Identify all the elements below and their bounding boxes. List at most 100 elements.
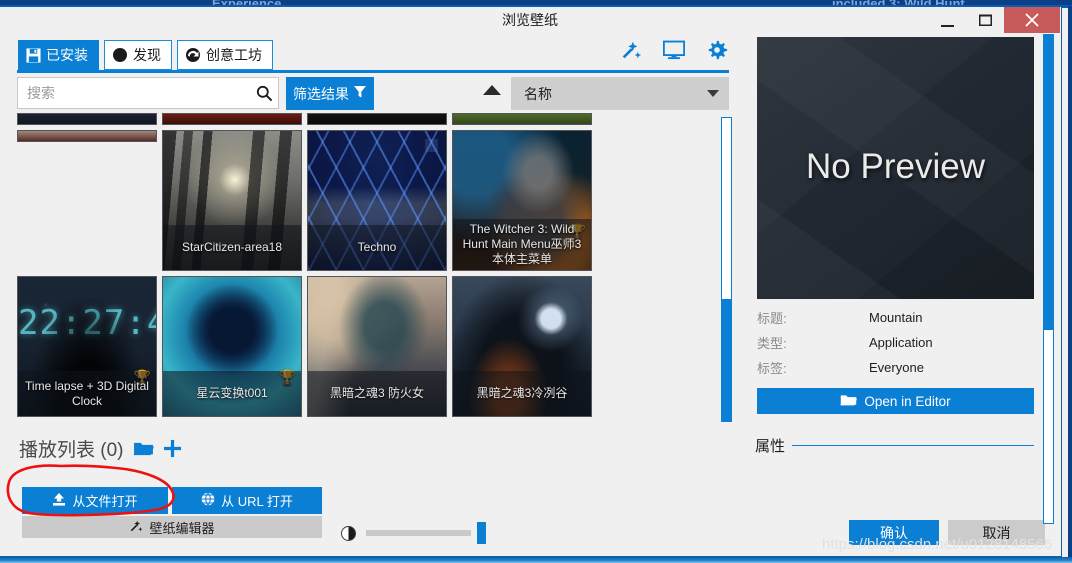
brightness-knob[interactable] xyxy=(477,522,486,544)
detail-row: 标签: Everyone xyxy=(757,355,1034,380)
thumbnail-label: 黑暗之魂3冷冽谷 xyxy=(453,371,591,416)
app-root: Experience included 3: Wild Hunt 浏览壁纸 已安… xyxy=(0,0,1072,563)
wallpaper-details: 标题: Mountain 类型: Application 标签: Everyon… xyxy=(757,305,1034,380)
wallpaper-thumbnail[interactable]: 黑暗之魂3冷冽谷 xyxy=(452,276,592,417)
wallpaper-thumbnail[interactable]: StarCitizen-area18 xyxy=(162,130,302,271)
thumbnail-chip-icon xyxy=(425,139,438,152)
window-title: 浏览壁纸 xyxy=(502,12,558,28)
detail-key: 标题: xyxy=(757,311,787,326)
wand-edit-icon[interactable] xyxy=(620,39,642,61)
right-panel-scrollbar-thumb[interactable] xyxy=(1044,35,1053,330)
tab-workshop[interactable]: 创意工坊 xyxy=(177,40,273,70)
properties-divider xyxy=(792,445,1034,446)
detail-value: Application xyxy=(869,335,933,350)
thumbnail-label: The Witcher 3: Wild Hunt Main Menu巫师3本体主… xyxy=(453,219,591,270)
open-in-editor-label: Open in Editor xyxy=(864,393,951,409)
detail-key: 标签: xyxy=(757,361,787,376)
search-box[interactable] xyxy=(17,77,279,109)
playlist-header: 播放列表 (0) xyxy=(19,435,182,462)
right-panel-scrollbar[interactable] xyxy=(1043,34,1054,524)
toolbar-icons xyxy=(620,39,728,61)
detail-row: 类型: Application xyxy=(757,330,1034,355)
sort-select-value: 名称 xyxy=(524,85,552,102)
window-controls xyxy=(928,7,1060,33)
thumbnail-label: Techno xyxy=(308,225,446,270)
wand-edit-icon xyxy=(129,519,143,536)
workshop-icon xyxy=(185,47,201,63)
contrast-icon xyxy=(341,525,356,541)
open-from-file-label: 从文件打开 xyxy=(72,494,138,509)
title-bar: 浏览壁纸 xyxy=(0,7,1060,35)
tab-discover-label: 发现 xyxy=(133,47,161,63)
close-button[interactable] xyxy=(1004,7,1060,33)
thumbnail-art xyxy=(453,114,591,124)
wallpaper-thumbnail-cut[interactable] xyxy=(17,113,157,125)
playlist-title: 播放列表 (0) xyxy=(19,440,124,461)
wallpaper-thumbnail-cut[interactable] xyxy=(307,113,447,125)
thumbnail-label: 星云变换t001 xyxy=(163,371,301,416)
plus-icon[interactable] xyxy=(163,439,182,458)
tab-discover[interactable]: 发现 xyxy=(104,40,172,70)
clock-digits: 22:27:46 xyxy=(18,303,156,343)
brightness-slider[interactable] xyxy=(341,522,486,544)
open-from-url-button[interactable]: 从 URL 打开 xyxy=(172,487,322,514)
upload-icon xyxy=(52,492,66,509)
tab-installed[interactable]: 已安装 xyxy=(18,40,99,70)
bottom-edge xyxy=(0,557,1072,563)
open-from-file-button[interactable]: 从文件打开 xyxy=(22,487,168,514)
sort-select[interactable]: 名称 xyxy=(511,77,729,110)
thumbnail-label: 黑暗之魂3 防火女 xyxy=(308,371,446,416)
detail-key: 类型: xyxy=(757,336,787,351)
wallpaper-thumbnail-cut[interactable] xyxy=(17,130,157,142)
folder-open-icon xyxy=(840,393,858,410)
grid-scrollbar-thumb[interactable] xyxy=(722,299,731,421)
funnel-icon xyxy=(353,85,367,102)
no-preview-text: No Preview xyxy=(806,147,985,187)
detail-value: Mountain xyxy=(869,310,923,325)
filter-results-label: 筛选结果 xyxy=(293,85,349,102)
wallpaper-editor-label: 壁纸编辑器 xyxy=(149,520,215,536)
wallpaper-thumbnail[interactable]: 22:27:46 🏆 Time lapse + 3D Digital Clock xyxy=(17,276,157,417)
wallpaper-thumbnail-cut[interactable] xyxy=(162,113,302,125)
filter-results-button[interactable]: 筛选结果 xyxy=(286,77,374,110)
wallpaper-thumbnail[interactable]: 🏆 星云变换t001 xyxy=(162,276,302,417)
search-icon[interactable] xyxy=(250,85,278,102)
thumbnail-art xyxy=(18,131,156,141)
open-from-url-label: 从 URL 打开 xyxy=(221,494,293,509)
search-input[interactable] xyxy=(18,85,250,101)
monitor-icon[interactable] xyxy=(663,39,685,61)
properties-label: 属性 xyxy=(755,438,786,455)
compass-icon xyxy=(112,47,128,63)
wallpaper-grid-inner: StarCitizen-area18 Techno 🏆 The Witcher … xyxy=(17,113,715,417)
thumbnail-art xyxy=(163,114,301,124)
globe-icon xyxy=(201,492,215,509)
window-right-edge xyxy=(1068,6,1072,557)
wallpaper-thumbnail[interactable]: Techno xyxy=(307,130,447,271)
wallpaper-grid[interactable]: StarCitizen-area18 Techno 🏆 The Witcher … xyxy=(17,113,715,423)
playlist-buttons: 从文件打开 从 URL 打开 xyxy=(22,487,322,514)
maximize-button[interactable] xyxy=(966,7,1004,33)
grid-scrollbar[interactable] xyxy=(721,117,732,422)
thumbnail-art xyxy=(18,114,156,124)
gear-icon[interactable] xyxy=(706,39,728,61)
folder-icon[interactable] xyxy=(133,440,154,457)
tab-installed-label: 已安装 xyxy=(46,47,88,63)
open-in-editor-button[interactable]: Open in Editor xyxy=(757,388,1034,414)
thumbnail-label: StarCitizen-area18 xyxy=(163,225,301,270)
properties-header: 属性 xyxy=(755,435,1034,456)
minimize-button[interactable] xyxy=(928,7,966,33)
chevron-down-icon xyxy=(707,90,719,97)
detail-value: Everyone xyxy=(869,360,924,375)
wallpaper-editor-button[interactable]: 壁纸编辑器 xyxy=(22,516,322,538)
sort-direction-icon[interactable] xyxy=(483,85,501,95)
thumbnail-label: Time lapse + 3D Digital Clock xyxy=(18,371,156,416)
preview-panel: No Preview xyxy=(757,37,1034,299)
browse-wallpapers-window: 浏览壁纸 已安装 发现 创意工坊 搜索 筛选结果 名称 StarCitizen-… xyxy=(0,6,1062,557)
wallpaper-thumbnail-cut[interactable] xyxy=(452,113,592,125)
main-tabs: 已安装 发现 创意工坊 xyxy=(18,40,273,70)
wallpaper-thumbnail[interactable]: 黑暗之魂3 防火女 xyxy=(307,276,447,417)
wallpaper-thumbnail[interactable]: 🏆 The Witcher 3: Wild Hunt Main Menu巫师3本… xyxy=(452,130,592,271)
brightness-track[interactable] xyxy=(366,530,471,536)
tab-workshop-label: 创意工坊 xyxy=(206,47,262,63)
thumbnail-art xyxy=(308,114,446,124)
